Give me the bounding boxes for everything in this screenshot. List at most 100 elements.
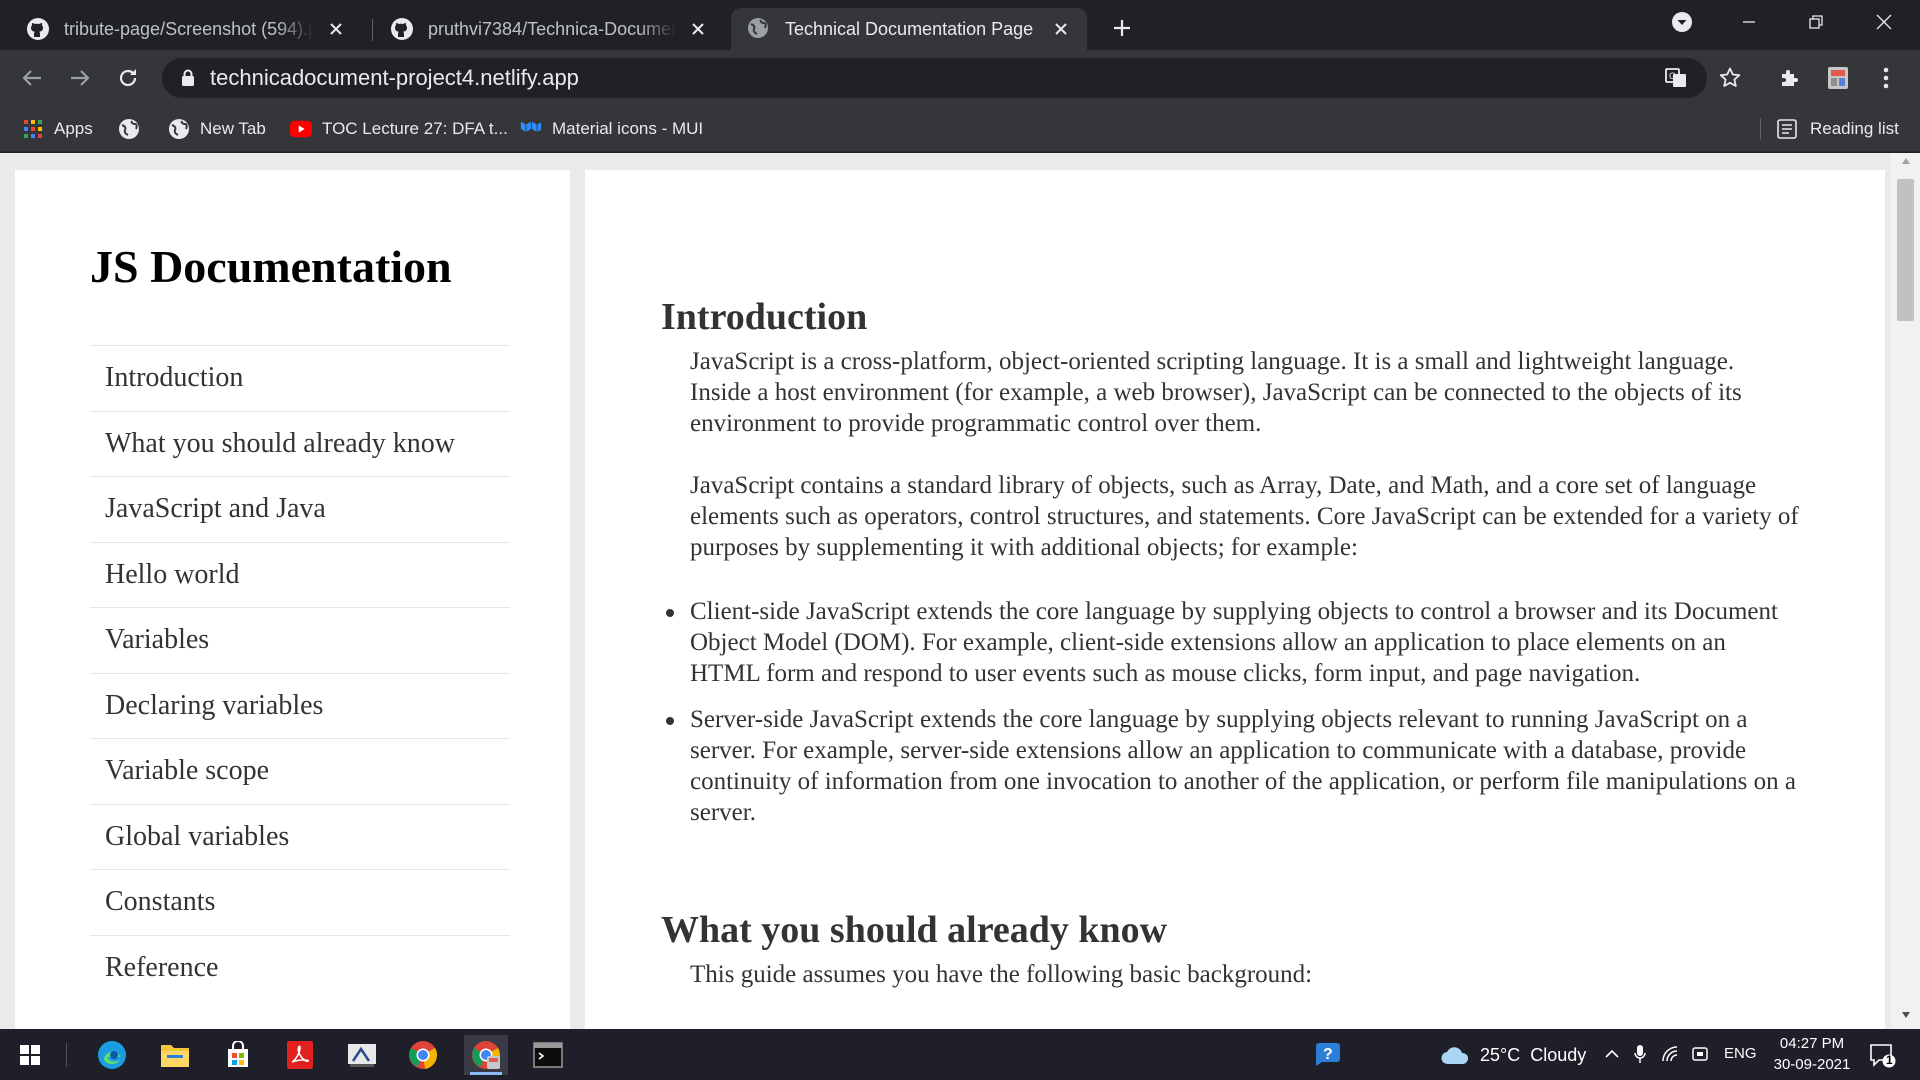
notification-center-icon[interactable]: 1 bbox=[1866, 1039, 1898, 1071]
file-explorer-icon[interactable] bbox=[153, 1035, 197, 1075]
cloud-icon bbox=[1441, 1047, 1469, 1065]
bookmark-material-icons[interactable]: Material icons - MUI bbox=[520, 114, 703, 144]
bookmark-label: Material icons - MUI bbox=[552, 119, 704, 138]
list-item: Client-side JavaScript extends the core … bbox=[666, 596, 1800, 689]
page-viewport: JS Documentation Introduction What you s… bbox=[0, 153, 1920, 1029]
nav-link-introduction[interactable]: Introduction bbox=[90, 345, 510, 411]
github-icon bbox=[390, 17, 414, 41]
microsoft-store-icon[interactable] bbox=[216, 1035, 260, 1075]
mui-icon bbox=[520, 118, 542, 140]
bookmark-star-icon[interactable] bbox=[1714, 62, 1746, 94]
scrollbar-thumb[interactable] bbox=[1897, 179, 1914, 321]
nav-link-declaring-variables[interactable]: Declaring variables bbox=[90, 672, 510, 739]
nav-link-javascript-and-java[interactable]: JavaScript and Java bbox=[90, 476, 510, 542]
help-icon[interactable]: ? bbox=[1306, 1035, 1350, 1075]
profile-avatar[interactable] bbox=[1822, 62, 1854, 94]
list-item-text: Client-side JavaScript extends the core … bbox=[690, 598, 1778, 687]
navbar: JS Documentation Introduction What you s… bbox=[15, 170, 570, 1029]
svg-text:G: G bbox=[1669, 71, 1676, 81]
close-icon[interactable] bbox=[1047, 15, 1075, 43]
globe-icon bbox=[747, 17, 771, 41]
bookmark-globe[interactable] bbox=[118, 114, 150, 144]
nav-link-reference[interactable]: Reference bbox=[90, 934, 510, 1001]
chrome-profile-icon[interactable] bbox=[464, 1035, 508, 1075]
minimize-button[interactable] bbox=[1729, 6, 1769, 38]
reading-list-icon bbox=[1776, 118, 1798, 140]
translate-icon[interactable]: G bbox=[1662, 64, 1690, 92]
section-paragraph: JavaScript contains a standard library o… bbox=[690, 472, 1799, 561]
edge-icon[interactable] bbox=[90, 1035, 134, 1075]
tab-search-button[interactable] bbox=[1662, 6, 1702, 38]
chevron-up-icon[interactable] bbox=[1601, 1043, 1623, 1065]
bookmark-new-tab[interactable]: New Tab bbox=[168, 114, 266, 144]
chrome-icon[interactable] bbox=[401, 1035, 445, 1075]
close-window-button[interactable] bbox=[1864, 6, 1904, 38]
nav-link-constants[interactable]: Constants bbox=[90, 869, 510, 935]
tab-technica-repo[interactable]: pruthvi7384/Technica-Documentation-Page bbox=[374, 8, 724, 50]
extensions-puzzle-icon[interactable] bbox=[1774, 62, 1806, 94]
reload-button[interactable] bbox=[110, 60, 146, 96]
bookmarks-bar: Apps New Tab TOC Lecture 27: DFA t... Ma… bbox=[0, 106, 1920, 152]
nav-title: JS Documentation bbox=[90, 241, 452, 292]
terminal-icon[interactable] bbox=[526, 1035, 570, 1075]
nav-link-variables[interactable]: Variables bbox=[90, 607, 510, 673]
address-bar[interactable]: technicadocument-project4.netlify.app G bbox=[162, 58, 1707, 98]
clock-time: 04:27 PM bbox=[1779, 1035, 1845, 1052]
page-scrollbar[interactable] bbox=[1891, 153, 1920, 1029]
bookmark-label: New Tab bbox=[200, 119, 266, 138]
weather-widget[interactable]: 25°C Cloudy bbox=[1440, 1041, 1586, 1069]
bullet-dot-icon bbox=[666, 717, 674, 725]
acrobat-reader-icon[interactable] bbox=[278, 1035, 322, 1075]
nav-link-variable-scope[interactable]: Variable scope bbox=[90, 738, 510, 804]
menu-kebab-icon[interactable] bbox=[1870, 62, 1902, 94]
tab-title: Technical Documentation Page bbox=[785, 18, 1034, 39]
tab-technical-documentation[interactable]: Technical Documentation Page bbox=[731, 8, 1087, 50]
section-paragraph: This guide assumes you have the followin… bbox=[690, 961, 1313, 988]
reading-list-label: Reading list bbox=[1810, 119, 1899, 138]
list-item: Server-side JavaScript extends the core … bbox=[666, 704, 1800, 828]
tab-title: pruthvi7384/Technica-Documentation-Page bbox=[428, 18, 676, 39]
url-text[interactable]: technicadocument-project4.netlify.app bbox=[210, 65, 579, 91]
nav-link-global-variables[interactable]: Global variables bbox=[90, 803, 510, 870]
bookmark-label: TOC Lecture 27: DFA t... bbox=[322, 119, 508, 138]
globe-icon bbox=[118, 118, 140, 140]
lock-icon[interactable] bbox=[178, 68, 198, 88]
windows-start-icon[interactable] bbox=[8, 1035, 52, 1075]
nav-link-what-you-should-already-know[interactable]: What you should already know bbox=[90, 410, 510, 477]
reading-list-button[interactable]: Reading list bbox=[1776, 114, 1899, 144]
globe-icon bbox=[168, 118, 190, 140]
bullet-list: Client-side JavaScript extends the core … bbox=[666, 596, 1800, 843]
notification-count: 1 bbox=[1886, 1053, 1893, 1067]
scroll-up-arrow-icon[interactable] bbox=[1891, 157, 1920, 171]
wifi-icon[interactable] bbox=[1660, 1043, 1682, 1065]
tab-title: tribute-page/Screenshot (594).png at mai… bbox=[64, 18, 314, 39]
language-indicator[interactable]: ENG bbox=[1724, 1045, 1757, 1062]
battery-icon[interactable] bbox=[1690, 1043, 1712, 1065]
close-icon[interactable] bbox=[684, 15, 712, 43]
nav-list: Introduction What you should already kno… bbox=[90, 345, 510, 1000]
main-doc: Introduction JavaScript is a cross-platf… bbox=[585, 170, 1885, 1029]
weather-text: 25°C Cloudy bbox=[1480, 1044, 1587, 1065]
restore-button[interactable] bbox=[1796, 6, 1836, 38]
microphone-icon[interactable] bbox=[1629, 1043, 1651, 1065]
back-button[interactable] bbox=[14, 60, 50, 96]
clock-date: 30-09-2021 bbox=[1773, 1056, 1851, 1073]
github-icon bbox=[26, 17, 50, 41]
scroll-down-arrow-icon[interactable] bbox=[1891, 1011, 1920, 1025]
close-icon[interactable] bbox=[322, 15, 350, 43]
nav-link-hello-world[interactable]: Hello world bbox=[90, 541, 510, 608]
tab-tribute-page[interactable]: tribute-page/Screenshot (594).png at mai… bbox=[10, 8, 362, 50]
forward-button[interactable] bbox=[62, 60, 98, 96]
bookmark-toc-lecture[interactable]: TOC Lecture 27: DFA t... bbox=[290, 114, 508, 144]
bookmarks-separator bbox=[1760, 118, 1761, 140]
windows-taskbar: ? 25°C Cloudy ENG 04:27 PM 30-09-2021 1 bbox=[0, 1029, 1920, 1080]
clock[interactable]: 04:27 PM 30-09-2021 bbox=[1762, 1033, 1862, 1075]
new-tab-button[interactable] bbox=[1106, 12, 1138, 44]
bookmark-apps[interactable]: Apps bbox=[22, 114, 93, 144]
snipping-tool-icon[interactable] bbox=[340, 1035, 384, 1075]
apps-grid-icon bbox=[22, 118, 44, 140]
bullet-dot-icon bbox=[666, 609, 674, 617]
browser-toolbar: technicadocument-project4.netlify.app G bbox=[0, 50, 1920, 106]
taskbar-separator bbox=[66, 1043, 67, 1067]
section-heading: What you should already know bbox=[661, 909, 1168, 951]
